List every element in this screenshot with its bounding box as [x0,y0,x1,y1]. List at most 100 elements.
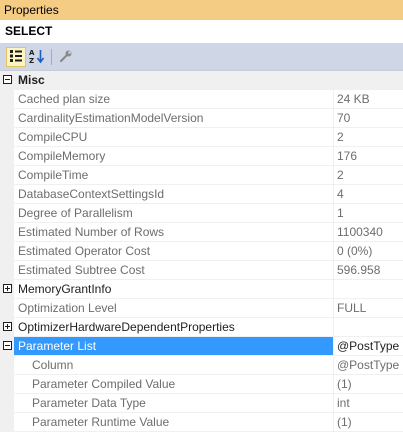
column-divider [333,280,334,298]
column-divider [333,185,334,203]
row-gutter [0,147,14,165]
property-value[interactable]: 4 [337,185,401,203]
property-value[interactable]: 0 (0%) [337,242,401,260]
column-divider [333,204,334,222]
row-gutter [0,261,14,279]
property-value[interactable]: 2 [337,166,401,184]
wrench-icon [59,49,73,66]
property-row[interactable]: CompileMemory 176 [0,147,403,166]
parameter-rows: Column @PostType Parameter Compiled Value (… [0,356,403,432]
misc-rows: Cached plan size 24 KB CardinalityEstimati… [0,90,403,280]
expand-icon[interactable] [3,322,12,331]
row-gutter [0,166,14,184]
properties-window-title: Properties [0,0,403,20]
collapse-icon[interactable] [3,341,12,350]
property-row-optimizer-hw[interactable]: OptimizerHardwareDependentProperties [0,318,403,337]
column-divider [333,223,334,241]
property-name: OptimizerHardwareDependentProperties [18,320,235,334]
property-row-parameter-list[interactable]: Parameter List @PostType [0,337,403,356]
property-row[interactable]: Degree of Parallelism 1 [0,204,403,223]
property-row[interactable]: DatabaseContextSettingsId 4 [0,185,403,204]
column-divider [333,337,334,355]
row-gutter [0,280,14,298]
property-name: Optimization Level [18,301,117,315]
property-value[interactable] [337,318,401,336]
property-row[interactable]: Column @PostType [0,356,403,375]
property-value[interactable]: 2 [337,128,401,146]
property-name: Column [32,358,74,372]
property-value[interactable]: (1) [337,375,401,393]
property-name: Parameter Runtime Value [32,415,170,429]
property-row[interactable]: CompileCPU 2 [0,128,403,147]
column-divider [333,147,334,165]
row-gutter [0,375,14,393]
property-name: CompileCPU [18,130,88,144]
toolbar-separator [51,49,52,65]
property-pages-button[interactable] [56,47,76,67]
property-grid: Misc Cached plan size 24 KB CardinalityEst… [0,71,403,432]
property-value[interactable]: (1) [337,413,401,431]
category-misc[interactable]: Misc [0,71,403,90]
row-gutter [0,90,14,108]
property-value[interactable]: @PostType [337,356,401,374]
property-name: CompileTime [18,168,89,182]
property-row[interactable]: Parameter Runtime Value (1) [0,413,403,432]
row-gutter [0,204,14,222]
column-divider [333,109,334,127]
property-name: Estimated Subtree Cost [18,263,145,277]
property-name: DatabaseContextSettingsId [18,187,165,201]
property-value[interactable]: FULL [337,299,401,317]
property-row[interactable]: CompileTime 2 [0,166,403,185]
property-value[interactable] [337,280,401,298]
property-name: MemoryGrantInfo [18,282,112,296]
collapse-icon[interactable] [3,75,12,84]
row-gutter [0,394,14,412]
property-row[interactable]: Estimated Subtree Cost 596.958 [0,261,403,280]
row-gutter [0,242,14,260]
property-row[interactable]: Parameter Compiled Value (1) [0,375,403,394]
column-divider [333,318,334,336]
property-row[interactable]: Cached plan size 24 KB [0,90,403,109]
alphabetical-icon: A Z [29,48,45,67]
property-row[interactable]: Estimated Number of Rows 1100340 [0,223,403,242]
property-value[interactable]: 596.958 [337,261,401,279]
property-value[interactable]: @PostType [337,337,401,355]
property-value[interactable]: 70 [337,109,401,127]
column-divider [333,356,334,374]
row-gutter [0,223,14,241]
property-value[interactable]: 1 [337,204,401,222]
property-value[interactable]: 24 KB [337,90,401,108]
expand-icon[interactable] [3,284,12,293]
category-label: Misc [18,73,45,87]
property-name: Estimated Operator Cost [18,244,151,258]
column-divider [333,413,334,431]
property-name: Parameter Data Type [32,396,146,410]
row-gutter [0,299,14,317]
property-name: Cached plan size [18,92,111,106]
property-value[interactable]: int [337,394,401,412]
column-divider [333,242,334,260]
property-row[interactable]: Parameter Data Type int [0,394,403,413]
property-row[interactable]: CardinalityEstimationModelVersion 70 [0,109,403,128]
object-selector[interactable]: SELECT [0,20,403,43]
property-row[interactable]: Estimated Operator Cost 0 (0%) [0,242,403,261]
property-name: Parameter List [14,337,333,355]
property-name: Degree of Parallelism [18,206,133,220]
property-row-optimization-level[interactable]: Optimization Level FULL [0,299,403,318]
svg-text:Z: Z [29,57,34,64]
column-divider [333,90,334,108]
property-name: Parameter Compiled Value [32,377,176,391]
categorized-icon [9,49,23,66]
categorized-button[interactable] [6,47,26,67]
alphabetical-button[interactable]: A Z [27,47,47,67]
properties-toolbar: A Z [0,43,403,71]
column-divider [333,394,334,412]
property-value[interactable]: 176 [337,147,401,165]
property-name: Estimated Number of Rows [18,225,165,239]
column-divider [333,166,334,184]
column-divider [333,261,334,279]
row-gutter [0,356,14,374]
property-value[interactable]: 1100340 [337,223,401,241]
property-row-memory-grant[interactable]: MemoryGrantInfo [0,280,403,299]
row-gutter [0,337,14,355]
